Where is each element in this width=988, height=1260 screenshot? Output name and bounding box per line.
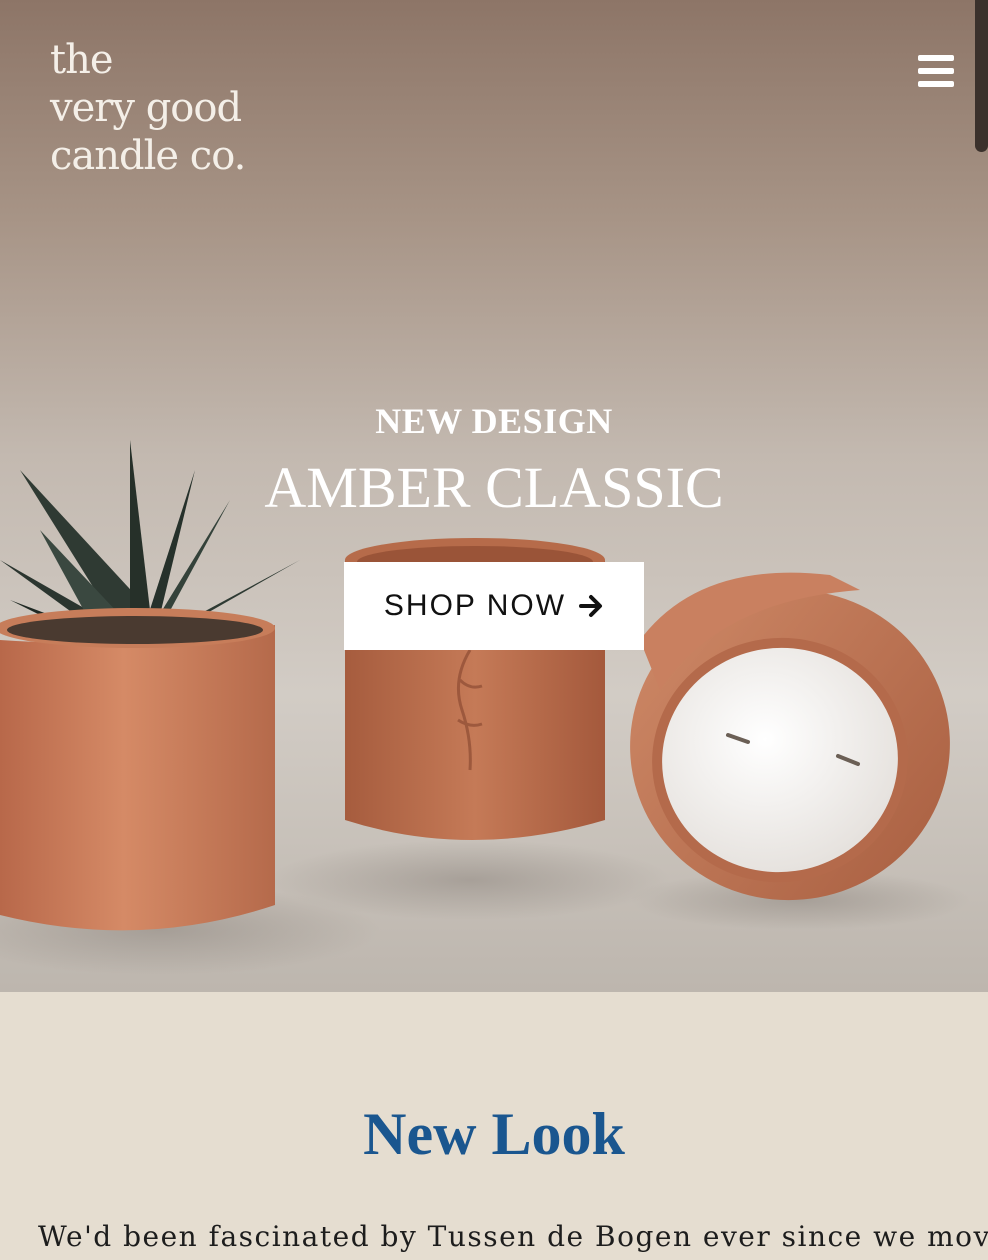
menu-bar bbox=[918, 55, 954, 61]
hero-banner: the very good candle co. NEW DESIGN AMBE… bbox=[0, 0, 988, 992]
section-body-text: We'd been fascinated by Tussen de Bogen … bbox=[38, 1220, 988, 1253]
arrow-right-icon bbox=[579, 595, 603, 617]
shop-now-button[interactable]: SHOP NOW bbox=[344, 562, 644, 650]
hero-title: AMBER CLASSIC bbox=[264, 455, 724, 520]
shop-now-label: SHOP NOW bbox=[383, 589, 567, 622]
logo-line: very good bbox=[50, 85, 242, 131]
scrollbar-thumb[interactable] bbox=[975, 0, 988, 152]
menu-bar bbox=[918, 68, 954, 74]
hero-eyebrow: NEW DESIGN bbox=[375, 401, 613, 441]
menu-bar bbox=[918, 81, 954, 87]
section-title: New Look bbox=[363, 1101, 625, 1167]
logo-line: candle co. bbox=[50, 133, 246, 179]
new-look-section: New Look We'd been fascinated by Tussen … bbox=[0, 992, 988, 1260]
logo-line: the bbox=[50, 37, 114, 83]
brand-logo[interactable]: the very good candle co. bbox=[50, 36, 290, 180]
hamburger-menu-icon[interactable] bbox=[916, 52, 956, 90]
